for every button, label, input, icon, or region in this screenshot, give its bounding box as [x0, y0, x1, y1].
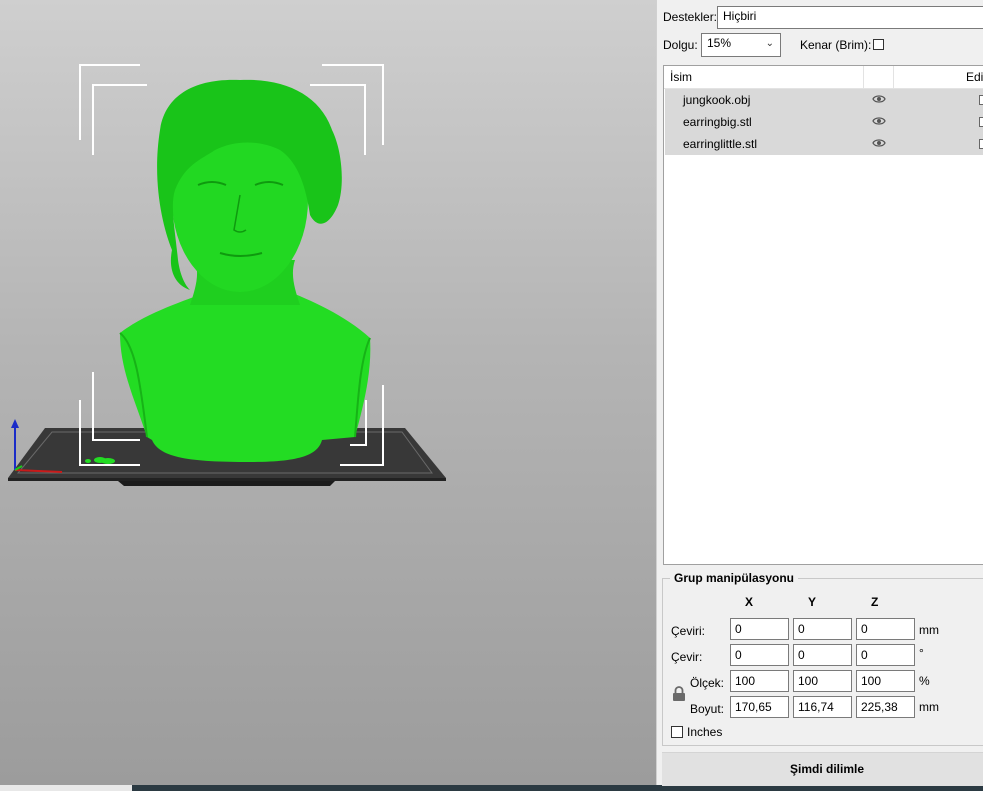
axis-y-label: Y	[808, 595, 817, 609]
3d-viewport[interactable]	[0, 0, 656, 785]
infill-value: 15%	[707, 36, 732, 50]
scale-label: Ölçek:	[690, 676, 725, 690]
size-x-input[interactable]: 170,65	[730, 696, 789, 718]
inches-label: Inches	[687, 725, 723, 739]
scale-y-input[interactable]: 100	[793, 670, 852, 692]
axis-x-label: X	[745, 595, 754, 609]
size-unit: mm	[919, 700, 939, 714]
axis-z-label: Z	[871, 595, 879, 609]
rotation-x-input[interactable]: 0	[730, 644, 789, 666]
brim-checkbox[interactable]	[873, 39, 884, 50]
edit-checkbox[interactable]	[979, 117, 983, 127]
inches-checkbox[interactable]	[671, 726, 683, 738]
position-z-input[interactable]: 0	[856, 618, 915, 640]
object-list[interactable]: İsim Edi jungkook.obj earringbig.stl ear…	[663, 65, 983, 565]
scale-x-input[interactable]: 100	[730, 670, 789, 692]
eye-icon[interactable]	[872, 138, 886, 148]
rotation-unit: °	[919, 646, 924, 660]
list-item[interactable]: earringlittle.stl	[665, 133, 983, 155]
edit-checkbox[interactable]	[979, 139, 983, 149]
brim-label: Kenar (Brim):	[800, 38, 872, 52]
bust-model[interactable]	[119, 79, 371, 462]
list-item[interactable]: earringbig.stl	[665, 111, 983, 133]
rotation-label: Çevir:	[671, 650, 703, 664]
edit-checkbox[interactable]	[979, 95, 983, 105]
size-label: Boyut:	[690, 702, 725, 716]
position-y-input[interactable]: 0	[793, 618, 852, 640]
chevron-down-icon: ⌄	[765, 38, 774, 49]
eye-icon[interactable]	[872, 116, 886, 126]
infill-select[interactable]: 15% ⌄	[701, 33, 781, 57]
size-z-input[interactable]: 225,38	[856, 696, 915, 718]
position-unit: mm	[919, 623, 939, 637]
slice-now-button[interactable]: Şimdi dilimle	[662, 752, 983, 786]
position-label: Çeviri:	[671, 624, 706, 638]
size-y-input[interactable]: 116,74	[793, 696, 852, 718]
scale-unit: %	[919, 674, 930, 688]
supports-label: Destekler:	[663, 10, 718, 24]
object-name: earringbig.stl	[683, 115, 752, 129]
lock-icon[interactable]	[672, 686, 686, 702]
supports-select[interactable]: Hiçbiri	[717, 6, 983, 29]
object-name: earringlittle.stl	[683, 137, 758, 151]
rotation-y-input[interactable]: 0	[793, 644, 852, 666]
object-list-header: İsim Edi	[664, 66, 983, 89]
column-name-header[interactable]: İsim	[670, 66, 692, 88]
column-edit-header[interactable]: Edi	[966, 66, 983, 88]
eye-icon[interactable]	[872, 94, 886, 104]
list-item[interactable]: jungkook.obj	[665, 89, 983, 111]
infill-label: Dolgu:	[663, 38, 698, 52]
object-name: jungkook.obj	[683, 93, 751, 107]
scale-z-input[interactable]: 100	[856, 670, 915, 692]
position-x-input[interactable]: 0	[730, 618, 789, 640]
group-manipulation-title: Grup manipülasyonu	[670, 571, 799, 585]
rotation-z-input[interactable]: 0	[856, 644, 915, 666]
